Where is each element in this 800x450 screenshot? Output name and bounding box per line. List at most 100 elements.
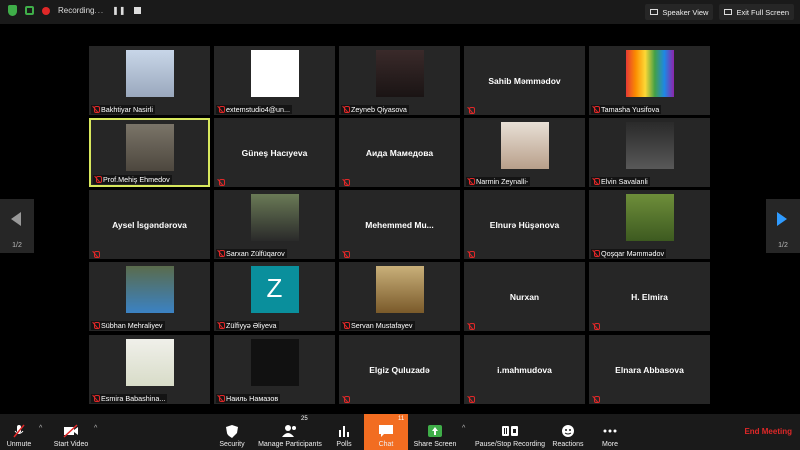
participant-tile[interactable]: Aysel İsgəndərova [89,190,210,259]
recording-label: Recording... [58,6,104,15]
participant-tile[interactable]: Sarxan Zülfüqarov [214,190,335,259]
participant-video [625,122,674,169]
muted-mic-icon [343,251,350,258]
manage-participants-button[interactable]: Manage Participants [256,414,324,450]
muted-mic-icon [218,322,225,329]
participant-count-badge: 25 [301,416,308,422]
top-bar: Recording... ❚❚ Speaker View Exit Full S… [0,0,800,24]
participant-tile[interactable]: Nurxan [464,262,585,331]
participant-name: Esmira Babashina... [101,394,166,403]
unmute-label: Unmute [6,441,32,448]
participant-tile[interactable]: Bakhtiyar Nasirli [89,46,210,115]
stop-recording-icon[interactable] [133,7,141,14]
pause-stop-recording-button[interactable]: Pause/Stop Recording [474,414,546,450]
participant-tile[interactable]: Narmin Zeynalli- [464,118,585,187]
muted-mic-icon [93,395,100,402]
participant-tile[interactable]: Аида Мамедова [339,118,460,187]
participant-video [125,266,174,313]
share-screen-button[interactable]: Share Screen [413,414,457,450]
participant-name-label: Esmira Babashina... [91,394,168,403]
more-label: More [602,441,618,448]
participant-name-label [341,396,351,403]
participant-tile[interactable]: i.mahmudova [464,335,585,404]
participant-name: extemstudio4@un... [226,105,291,114]
muted-mic-icon [343,396,350,403]
shield-icon[interactable] [8,5,17,16]
participant-tile[interactable]: Mehemmed Mu... [339,190,460,259]
participant-video [250,339,299,386]
lock-icon[interactable] [25,6,34,15]
audio-options-caret[interactable]: ^ [39,425,42,432]
participant-name-label: Zeyneb Qiyasova [341,105,409,114]
end-meeting-button[interactable]: End Meeting [744,427,792,436]
exit-fullscreen-button[interactable]: Exit Full Screen [719,4,794,20]
participant-tile[interactable]: Elnurə Hüşənova [464,190,585,259]
start-video-label: Start Video [53,441,89,448]
participant-name-label: extemstudio4@un... [216,105,293,114]
participant-name-label: Tamasha Yusifova [591,105,662,114]
muted-mic-icon [593,178,600,185]
participant-name-label [466,251,476,258]
polls-button[interactable]: Polls [334,414,354,450]
previous-page-button[interactable]: 1/2 [0,199,34,253]
participant-tile[interactable]: Servan Mustafayev [339,262,460,331]
participant-tile[interactable]: Sahib Məmmədov [464,46,585,115]
participant-tile[interactable]: Z Zülfiyyə Əliyeva [214,262,335,331]
participant-tile[interactable]: extemstudio4@un... [214,46,335,115]
muted-mic-icon [593,323,600,330]
manage-participants-label: Manage Participants [258,441,322,448]
participant-tile[interactable]: Наиль Намазов [214,335,335,404]
pause-stop-recording-label: Pause/Stop Recording [474,441,546,448]
pause-stop-icon [502,426,518,436]
reactions-label: Reactions [552,441,584,448]
participant-tile[interactable]: Tamasha Yusifova [589,46,710,115]
participant-name-label [341,251,351,258]
participant-tile[interactable]: Esmira Babashina... [89,335,210,404]
muted-mic-icon [95,176,102,183]
next-page-button[interactable]: 1/2 [766,199,800,253]
muted-mic-icon [468,323,475,330]
muted-mic-icon [218,395,225,402]
speaker-view-button[interactable]: Speaker View [645,4,714,20]
participant-display-name: Elnara Abbasova [615,364,684,375]
participant-display-name: H. Elmira [631,291,668,302]
unmute-button[interactable]: Unmute [4,414,34,450]
participant-video [625,194,674,241]
chevron-left-icon [11,212,21,226]
participant-tile[interactable]: Elvin Savalanli [589,118,710,187]
speaker-view-label: Speaker View [662,7,709,17]
participant-name-label [591,323,601,330]
participant-tile[interactable]: Zeyneb Qiyasova [339,46,460,115]
participant-tile[interactable]: Qoşqar Məmmədov [589,190,710,259]
chevron-right-icon [777,212,787,226]
reactions-button[interactable]: Reactions [552,414,584,450]
share-options-caret[interactable]: ^ [462,425,465,432]
participant-name: Prof.Mehiş Ehmedov [103,175,170,184]
participant-name: Qoşqar Məmmədov [601,249,665,258]
participant-display-name: Güneş Hacıyeva [241,147,308,158]
participant-video [500,122,549,169]
start-video-button[interactable]: Start Video [52,414,90,450]
more-button[interactable]: More [600,414,620,450]
participant-tile[interactable]: Güneş Hacıyeva [214,118,335,187]
security-button[interactable]: Security [218,414,246,450]
participant-name-label [466,396,476,403]
muted-mic-icon [468,107,475,114]
participant-name: Tamasha Yusifova [601,105,660,114]
share-screen-icon [428,425,442,437]
participant-tile[interactable]: Sübhan Mehraliyev [89,262,210,331]
participant-tile[interactable]: Prof.Mehiş Ehmedov [89,118,210,187]
participant-name-label: Sarxan Zülfüqarov [216,249,287,258]
video-options-caret[interactable]: ^ [94,425,97,432]
participant-tile[interactable]: H. Elmira [589,262,710,331]
participant-display-name: Elnurə Hüşənova [489,219,560,230]
muted-mic-icon [593,396,600,403]
more-dots-icon [603,429,617,433]
participant-tile[interactable]: Elgiz Quluzadə [339,335,460,404]
participant-video [125,50,174,97]
participant-video [625,50,674,97]
recording-dot-icon [42,6,50,15]
participant-tile[interactable]: Elnara Abbasova [589,335,710,404]
participant-name: Narmin Zeynalli- [476,177,529,186]
pause-recording-icon[interactable]: ❚❚ [112,6,125,15]
